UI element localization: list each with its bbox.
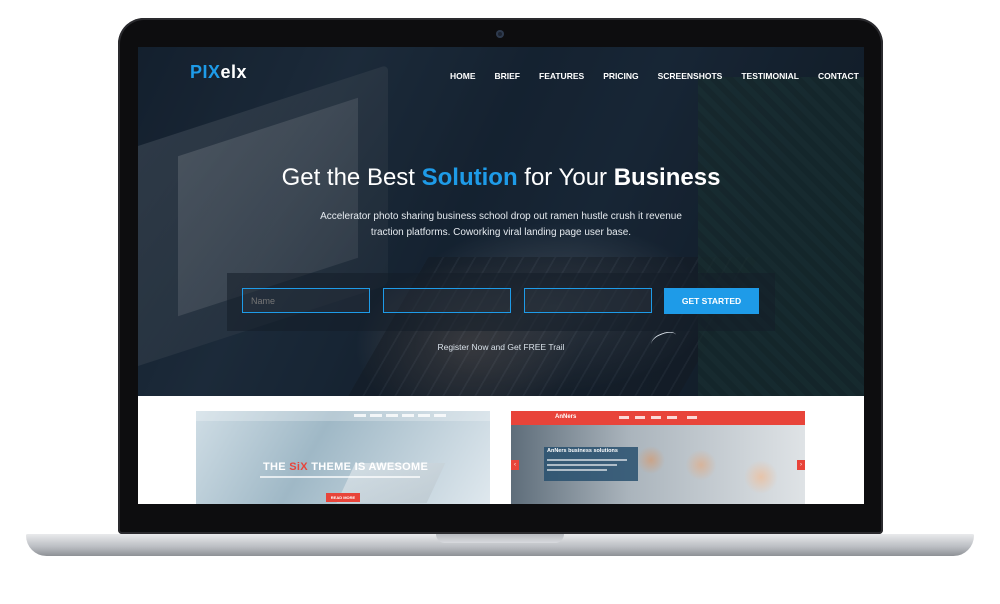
- thumb1-nav-item: [402, 414, 414, 417]
- nav-features[interactable]: FEATURES: [539, 71, 584, 81]
- headline-part-1: Get the Best: [281, 164, 422, 191]
- hero-subtext: Accelerator photo sharing business schoo…: [320, 211, 682, 238]
- thumb2-caption-title: AnNers business solutions: [547, 448, 618, 454]
- headline-part-2: for Your: [517, 164, 614, 191]
- thumb2-caption-line: [547, 464, 617, 466]
- thumb1-nav: [196, 411, 490, 421]
- thumb1-nav-item: [434, 414, 446, 417]
- thumb1-nav-item: [418, 414, 430, 417]
- thumb1-nav-item: [386, 414, 398, 417]
- signup-form: GET STARTED: [227, 273, 775, 331]
- thumb2-nav-item: [667, 416, 677, 419]
- nav-screenshots[interactable]: SCREENSHOTS: [658, 71, 723, 81]
- laptop-notch: [436, 534, 564, 543]
- thumb2-nav-item: [619, 416, 629, 419]
- site-logo[interactable]: PIXelx: [190, 62, 247, 83]
- thumb2-prev-icon: ‹: [511, 460, 519, 470]
- thumb1-title-part-1: THE: [263, 461, 290, 473]
- thumb1-title: THE SiX THEME IS AWESOME: [263, 461, 428, 473]
- camera-icon: [496, 30, 504, 38]
- nav-home[interactable]: HOME: [450, 71, 476, 81]
- free-trial-text: Register Now and Get FREE Trail: [437, 342, 565, 352]
- headline-bold: Business: [613, 164, 721, 191]
- laptop-screen: PIXelx HOME BRIEF FEATURES PRICING SCREE…: [138, 47, 864, 504]
- thumb1-subtitle-line: [260, 476, 420, 478]
- logo-part-1: PIX: [190, 62, 221, 82]
- thumb2-caption-line: [547, 469, 607, 471]
- screenshot-thumbnail-2[interactable]: AnNers AnNers business solutions ‹ ›: [511, 411, 805, 504]
- thumb1-read-more-button: READ MORE: [326, 493, 360, 502]
- thumb2-nav-item: [635, 416, 645, 419]
- email-input[interactable]: [383, 288, 511, 313]
- thumb1-title-red: SiX: [289, 461, 308, 473]
- thumb2-logo: AnNers: [555, 414, 577, 420]
- headline-highlight: Solution: [421, 164, 518, 191]
- thumb2-nav-item: [651, 416, 661, 419]
- name-input[interactable]: [242, 288, 370, 313]
- main-nav: HOME BRIEF FEATURES PRICING SCREENSHOTS …: [450, 71, 864, 81]
- nav-testimonial[interactable]: TESTIMONIAL: [741, 71, 799, 81]
- thumb2-next-icon: ›: [797, 460, 805, 470]
- thumb1-nav-item: [370, 414, 382, 417]
- logo-part-2: elx: [220, 62, 248, 82]
- thumb1-title-part-2: THEME IS AWESOME: [307, 461, 429, 473]
- get-started-button[interactable]: GET STARTED: [664, 288, 759, 314]
- thumb2-nav: AnNers: [511, 411, 805, 425]
- thumb1-nav-item: [354, 414, 366, 417]
- nav-contact[interactable]: CONTACT: [818, 71, 859, 81]
- hero-headline: Get the Best Solution for Your Business: [138, 164, 864, 192]
- nav-pricing[interactable]: PRICING: [603, 71, 638, 81]
- thumb2-nav-item: [687, 416, 697, 419]
- phone-input[interactable]: [524, 288, 652, 313]
- thumb2-caption-line: [547, 459, 627, 461]
- nav-brief[interactable]: BRIEF: [495, 71, 521, 81]
- hero-section: PIXelx HOME BRIEF FEATURES PRICING SCREE…: [138, 47, 864, 396]
- screenshot-thumbnail-1[interactable]: THE SiX THEME IS AWESOME READ MORE: [196, 411, 490, 504]
